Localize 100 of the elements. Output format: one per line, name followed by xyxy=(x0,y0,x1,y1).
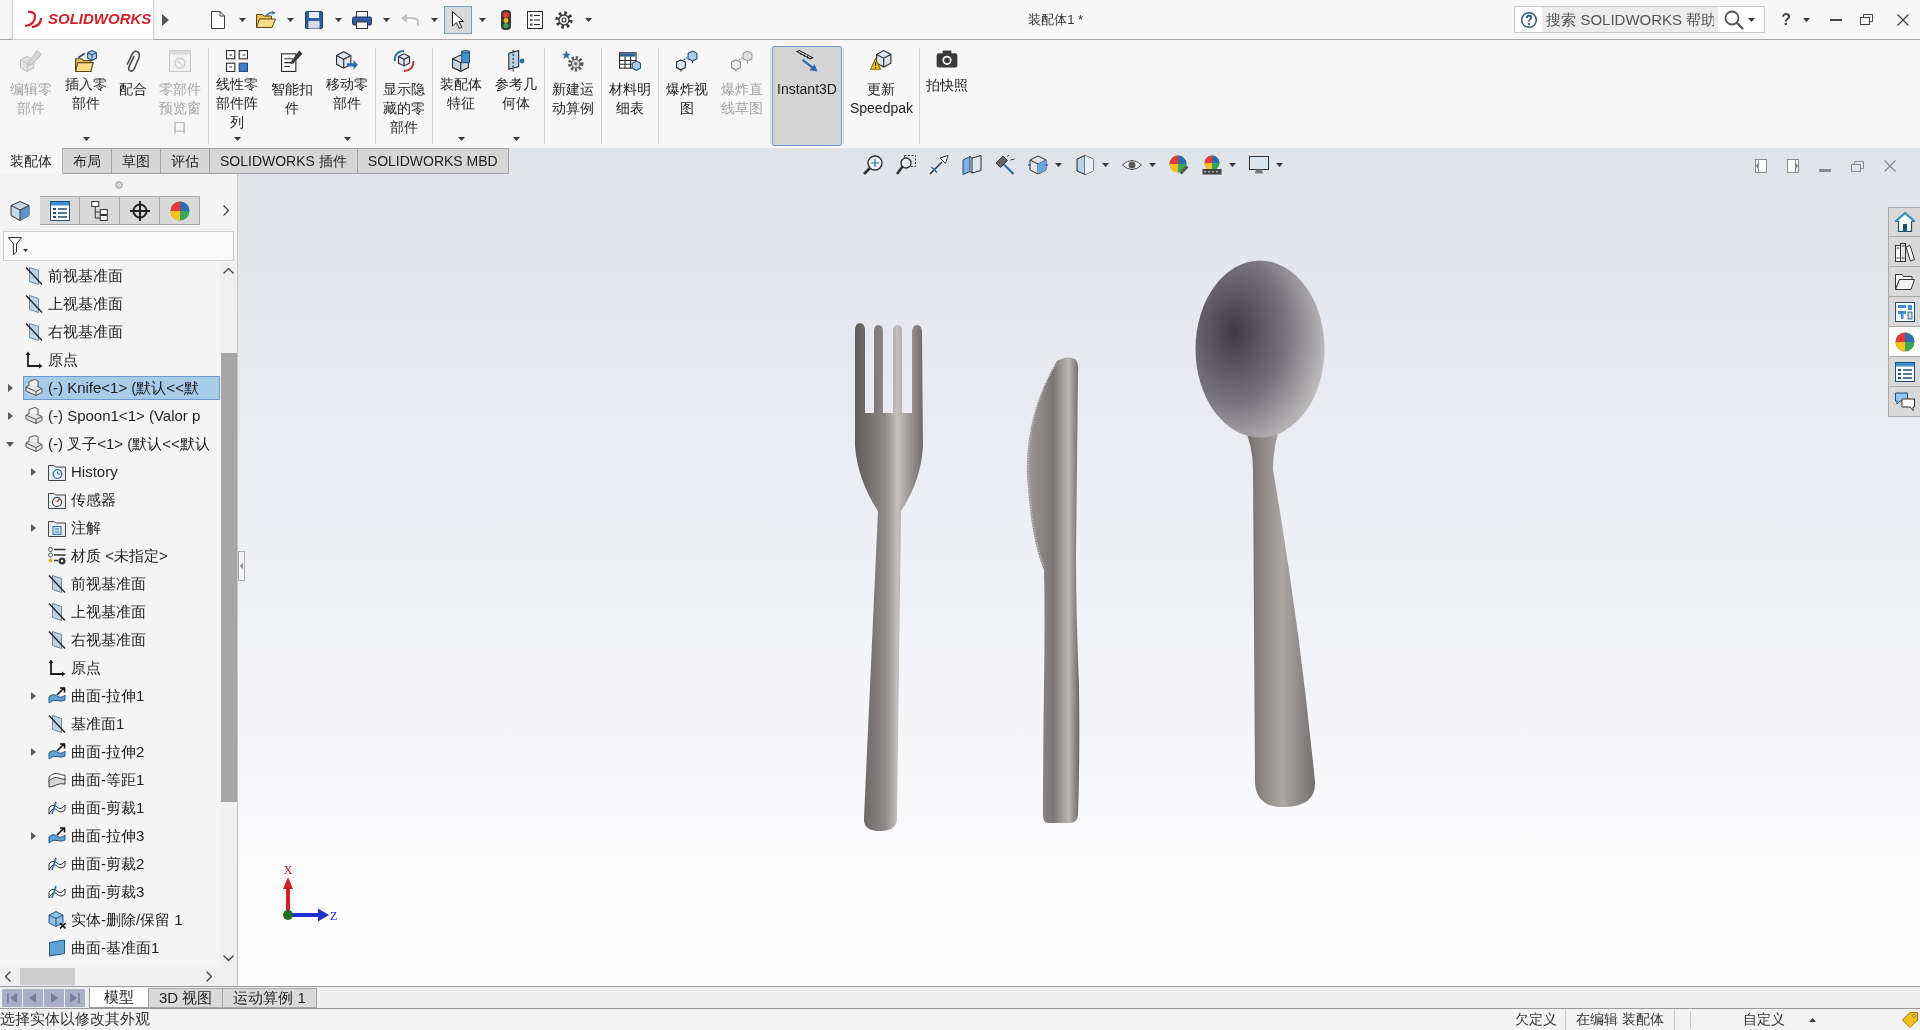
caret-icon[interactable] xyxy=(1102,163,1109,167)
triangle-right-icon[interactable] xyxy=(30,748,36,756)
next-icon[interactable] xyxy=(44,988,64,1007)
ribbon-button[interactable]: 线性零部件阵列 xyxy=(210,46,264,146)
triangle-right-icon[interactable] xyxy=(7,412,13,420)
hammer-icon[interactable] xyxy=(995,155,1015,175)
help-button[interactable]: ? xyxy=(1781,9,1791,30)
task-pane-tab[interactable] xyxy=(1888,237,1920,267)
tree-item[interactable]: 上视基准面 xyxy=(46,600,150,624)
sheet-tab[interactable]: 模型 xyxy=(89,987,149,1008)
skip-last-icon[interactable] xyxy=(65,988,85,1007)
shaded-cube-icon[interactable] xyxy=(1075,155,1095,175)
drag-handle-icon[interactable] xyxy=(114,181,123,189)
magnifier-plus-icon[interactable] xyxy=(863,155,883,175)
caret-icon[interactable] xyxy=(1055,163,1062,167)
triangle-right-icon[interactable] xyxy=(30,524,36,532)
ribbon-button[interactable]: 材料明细表 xyxy=(603,46,657,146)
caret-icon[interactable] xyxy=(334,17,342,22)
caret-icon[interactable] xyxy=(584,17,592,22)
tree-item[interactable]: 曲面-剪裁1 xyxy=(46,796,149,820)
toolbar-button[interactable] xyxy=(444,5,472,34)
tree-item[interactable]: 右视基准面 xyxy=(46,628,150,652)
ribbon-button[interactable]: 显示隐藏的零部件 xyxy=(377,46,431,146)
tree-item[interactable]: 曲面-拉伸2 xyxy=(46,740,149,764)
chevron-right-icon[interactable] xyxy=(223,205,229,216)
caret-icon[interactable] xyxy=(1276,163,1283,167)
tree-item[interactable]: 基准面1 xyxy=(46,712,129,736)
caret-icon[interactable] xyxy=(1149,163,1156,167)
chevron-down-icon[interactable] xyxy=(223,955,234,961)
ribbon-button[interactable]: 爆炸视图 xyxy=(660,46,714,146)
tree-item[interactable]: 曲面-基准面1 xyxy=(46,936,164,960)
caret-icon[interactable] xyxy=(1229,163,1236,167)
skip-first-icon[interactable] xyxy=(2,988,22,1007)
tree-item[interactable]: History xyxy=(46,460,122,484)
sheet-tab[interactable]: 运动算例 1 xyxy=(223,987,317,1008)
cube-view-icon[interactable] xyxy=(1028,155,1048,175)
eye-icon[interactable] xyxy=(1122,159,1142,171)
task-pane-tab[interactable] xyxy=(1888,387,1920,417)
ribbon-button[interactable]: 新建运动算例 xyxy=(546,46,600,146)
panel-tab[interactable] xyxy=(40,196,80,225)
color-ball-pencil-icon[interactable] xyxy=(1169,155,1189,175)
task-pane-tab[interactable] xyxy=(1888,207,1920,237)
triangle-right-icon[interactable] xyxy=(30,692,36,700)
chevron-left-icon[interactable] xyxy=(5,971,11,982)
tag-icon[interactable] xyxy=(1902,1011,1918,1028)
ribbon-button[interactable]: 拍快照 xyxy=(921,46,973,146)
triangle-right-icon[interactable] xyxy=(7,384,13,392)
ribbon-button[interactable]: 参考几何体 xyxy=(489,46,543,146)
command-tab[interactable]: 评估 xyxy=(161,148,210,174)
tree-item[interactable]: 注解 xyxy=(46,516,105,540)
ribbon-button[interactable]: Instant3D xyxy=(772,46,842,146)
caret-icon[interactable] xyxy=(286,17,294,22)
monitor-icon[interactable] xyxy=(1249,156,1269,174)
tree-item[interactable]: 曲面-剪裁2 xyxy=(46,852,149,876)
tree-item[interactable]: (-) Spoon1<1> (Valor p xyxy=(23,404,205,428)
sheet-tab[interactable]: 3D 视图 xyxy=(149,987,224,1008)
task-pane-tab[interactable] xyxy=(1888,267,1920,297)
command-tab[interactable]: 布局 xyxy=(63,148,112,174)
caret-icon[interactable] xyxy=(382,17,390,22)
close-icon[interactable] xyxy=(1897,13,1909,26)
caret-icon[interactable] xyxy=(1748,17,1756,22)
command-tab[interactable]: SOLIDWORKS 插件 xyxy=(210,148,358,174)
ribbon-button[interactable]: 插入零部件 xyxy=(59,46,113,146)
search-field[interactable]: 搜索 SOLIDWORKS 帮助 xyxy=(1542,7,1719,32)
command-tab[interactable]: 草图 xyxy=(112,148,161,174)
caret-icon[interactable] xyxy=(238,17,246,22)
tree-item[interactable]: 前视基准面 xyxy=(46,572,150,596)
triangle-right-icon[interactable] xyxy=(30,832,36,840)
tree-item[interactable]: 曲面-剪裁3 xyxy=(46,880,149,904)
tree-item[interactable]: 传感器 xyxy=(46,488,120,512)
search-icon[interactable] xyxy=(1724,9,1745,30)
tree-item[interactable]: (-) Knife<1> (默认<<默 xyxy=(23,376,220,400)
panel-left-icon[interactable] xyxy=(1755,159,1767,173)
command-tab[interactable]: SOLIDWORKS MBD xyxy=(357,148,509,174)
caret-icon[interactable] xyxy=(512,137,520,141)
scrollbar-thumb[interactable] xyxy=(20,968,75,985)
triangle-right-icon[interactable] xyxy=(30,468,36,476)
filter-icon[interactable] xyxy=(8,237,28,255)
task-pane-tab[interactable] xyxy=(1888,327,1920,357)
caret-icon[interactable] xyxy=(343,137,351,141)
triangle-down-icon[interactable] xyxy=(6,441,14,447)
tree-item[interactable]: 上视基准面 xyxy=(23,292,127,316)
task-pane-tab[interactable] xyxy=(1888,297,1920,327)
tree-item[interactable]: 曲面-拉伸3 xyxy=(46,824,149,848)
ribbon-button[interactable]: 移动零部件 xyxy=(320,46,374,146)
caret-icon[interactable] xyxy=(233,137,241,141)
caret-icon[interactable] xyxy=(82,137,90,141)
help-icon[interactable] xyxy=(1521,11,1538,28)
chevron-right-icon[interactable] xyxy=(206,971,212,982)
color-ball-scene-icon[interactable] xyxy=(1202,155,1222,175)
task-pane-tab[interactable] xyxy=(1888,357,1920,387)
arrow-right-icon[interactable] xyxy=(162,13,169,26)
tree-item[interactable]: 曲面-等距1 xyxy=(46,768,149,792)
caret-icon[interactable] xyxy=(1803,17,1810,22)
minimize-icon[interactable] xyxy=(1830,18,1842,21)
collapse-handle-icon[interactable] xyxy=(238,551,245,581)
tree-item[interactable]: (-) 叉子<1> (默认<<默认 xyxy=(23,432,214,456)
panel-tab[interactable] xyxy=(80,196,120,225)
tree-item[interactable]: 右视基准面 xyxy=(23,320,127,344)
caret-icon[interactable] xyxy=(457,137,465,141)
